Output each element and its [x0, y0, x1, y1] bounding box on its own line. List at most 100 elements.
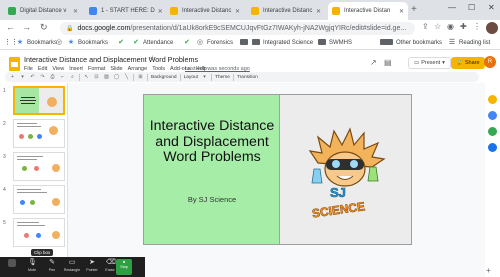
new-tab-button[interactable]: +	[411, 4, 417, 15]
transition-button[interactable]: Transition	[237, 75, 258, 80]
bookmark-label: Forensics	[207, 40, 234, 46]
background-button[interactable]: Background	[151, 75, 177, 80]
slide-thumbnail[interactable]	[13, 185, 65, 214]
bookmark-item[interactable]: ★ Bookmarks	[16, 39, 57, 47]
close-icon[interactable]: ✕	[313, 8, 321, 15]
user-avatar[interactable]: R	[484, 56, 496, 68]
shape-icon[interactable]: ◯	[113, 74, 120, 80]
document-title[interactable]: Interactive Distance and Displacement Wo…	[24, 55, 198, 64]
bookmark-item[interactable]	[240, 39, 251, 47]
activity-icon[interactable]: ↗	[370, 58, 377, 67]
share-button[interactable]: 🔒 Share	[451, 57, 485, 69]
redo-icon[interactable]: ↷	[39, 74, 46, 80]
zoom-icon[interactable]: ⌕	[69, 74, 76, 80]
sj-science-logo[interactable]: SJ SCIENCE	[300, 123, 390, 219]
star-icon[interactable]: ☆	[149, 54, 156, 63]
browser-tab-5-active[interactable]: Interactive Distan ✕	[328, 2, 408, 20]
undo-icon[interactable]: ↶	[29, 74, 36, 80]
slide-number: 5	[3, 220, 6, 226]
select-icon[interactable]: ↖	[83, 74, 90, 80]
layout-button[interactable]: Layout	[184, 75, 198, 80]
slide-subtitle[interactable]: By SJ Science	[148, 195, 276, 204]
zoom-record-button[interactable]	[2, 258, 22, 276]
reading-list[interactable]: ☰ Reading list	[448, 39, 491, 47]
present-button[interactable]: ▭ Present ▾	[408, 57, 451, 69]
browser-tab-3[interactable]: Interactive Distanc ✕	[166, 2, 244, 20]
apps-button[interactable]: ⋮⋮	[4, 39, 18, 47]
keep-icon[interactable]	[488, 95, 497, 104]
present-label: Present	[421, 60, 441, 66]
contacts-icon[interactable]	[488, 143, 497, 152]
profile-avatar[interactable]	[486, 22, 498, 34]
calendar-icon[interactable]	[488, 111, 497, 120]
bookmark-item[interactable]: ✔	[183, 39, 194, 47]
slide-title[interactable]: Interactive Distance and Displacement Wo…	[148, 118, 276, 166]
slide-thumbnail[interactable]	[13, 152, 65, 181]
chevron-down-icon[interactable]: ▾	[19, 74, 26, 80]
menu-icon[interactable]: ⋮	[473, 22, 481, 31]
image-icon[interactable]: ▨	[103, 74, 110, 80]
extension-icon[interactable]: ◉	[447, 22, 454, 31]
share-page-icon[interactable]: ⇪	[422, 22, 429, 31]
chevron-down-icon: ▾	[203, 74, 206, 80]
browser-tab-1[interactable]: Digital Distance v ✕	[4, 2, 82, 20]
bookmark-star-icon[interactable]: ☆	[434, 22, 441, 31]
slide-number: 3	[3, 154, 6, 160]
present-icon: ▭	[414, 60, 420, 66]
address-bar[interactable]: 🔒 docs.google.com/presentation/d/1aUk8or…	[60, 22, 415, 35]
pointer-icon: ➤	[89, 259, 95, 266]
close-window-icon[interactable]: ✕	[488, 3, 495, 12]
tasks-icon[interactable]	[488, 127, 497, 136]
zoom-pen-button[interactable]: ✎ Pen	[42, 258, 62, 276]
globe-icon: ◎	[196, 39, 204, 46]
bookmark-item[interactable]: ★ Bookmarks	[67, 39, 108, 47]
browser-tab-4[interactable]: Interactive Distanc ✕	[247, 2, 325, 20]
browser-tab-2[interactable]: 1 - START HERE: D ✕	[85, 2, 163, 20]
zoom-rectangle-button[interactable]: ▭ Rectangle	[62, 258, 82, 276]
comment-add-icon[interactable]: ⊞	[137, 74, 144, 80]
record-icon	[8, 259, 16, 267]
zoom-tooltip: Clip box	[31, 249, 54, 256]
slide-thumbnail[interactable]	[13, 119, 65, 148]
slides-logo-icon[interactable]	[9, 57, 20, 71]
add-icon[interactable]: +	[9, 74, 16, 80]
close-icon[interactable]: ✕	[396, 8, 404, 15]
add-ons-plus-icon[interactable]: +	[486, 266, 491, 275]
close-icon[interactable]: ✕	[70, 8, 78, 15]
zoom-stop-button[interactable]: ■ Stop	[116, 259, 132, 275]
tab-label: Digital Distance v	[20, 8, 67, 14]
other-bookmarks[interactable]: Other bookmarks	[385, 39, 442, 47]
rectangle-label: Rectangle	[63, 268, 81, 272]
print-icon[interactable]: ⎙	[49, 74, 56, 80]
bookmark-item[interactable]: Integrated Science	[252, 39, 313, 47]
bookmark-item[interactable]: SWMHS	[318, 39, 352, 47]
bookmark-item[interactable]: ✔	[117, 39, 128, 47]
current-slide[interactable]: Interactive Distance and Displacement Wo…	[143, 94, 412, 245]
theme-button[interactable]: Theme	[215, 75, 230, 80]
bookmark-label: Bookmarks	[78, 40, 109, 46]
bookmark-item[interactable]: ◎ Forensics	[196, 39, 233, 47]
eraser-icon: ⌫	[106, 259, 116, 266]
zoom-pointer-button[interactable]: ➤ Pointer	[82, 258, 102, 276]
line-icon[interactable]: ╲	[123, 74, 130, 80]
close-icon[interactable]: ✕	[232, 8, 240, 15]
bookmark-item[interactable]: ◎	[55, 39, 66, 47]
puzzle-icon[interactable]: ✚	[460, 22, 467, 31]
slide-thumbnail[interactable]	[13, 86, 65, 115]
close-icon[interactable]: ✕	[155, 8, 163, 15]
maximize-icon[interactable]: ☐	[468, 3, 475, 12]
slides-icon	[332, 7, 340, 15]
folder-icon	[385, 39, 393, 47]
back-icon[interactable]: ←	[6, 22, 15, 32]
zoom-mute-button[interactable]: 🎙 Mute	[22, 258, 42, 276]
docs-icon	[89, 7, 97, 15]
minimize-icon[interactable]: —	[448, 3, 456, 12]
bookmark-item[interactable]: ✔ Attendance	[132, 39, 173, 47]
paint-format-icon[interactable]: ⌐	[59, 74, 66, 80]
reload-icon[interactable]: ↻	[40, 22, 48, 33]
comment-icon[interactable]: ▤	[384, 58, 392, 67]
forward-icon[interactable]: →	[22, 22, 31, 32]
check-icon: ✔	[133, 39, 139, 46]
slide-thumbnail[interactable]	[13, 218, 65, 247]
textbox-icon[interactable]: ⊡	[93, 74, 100, 80]
